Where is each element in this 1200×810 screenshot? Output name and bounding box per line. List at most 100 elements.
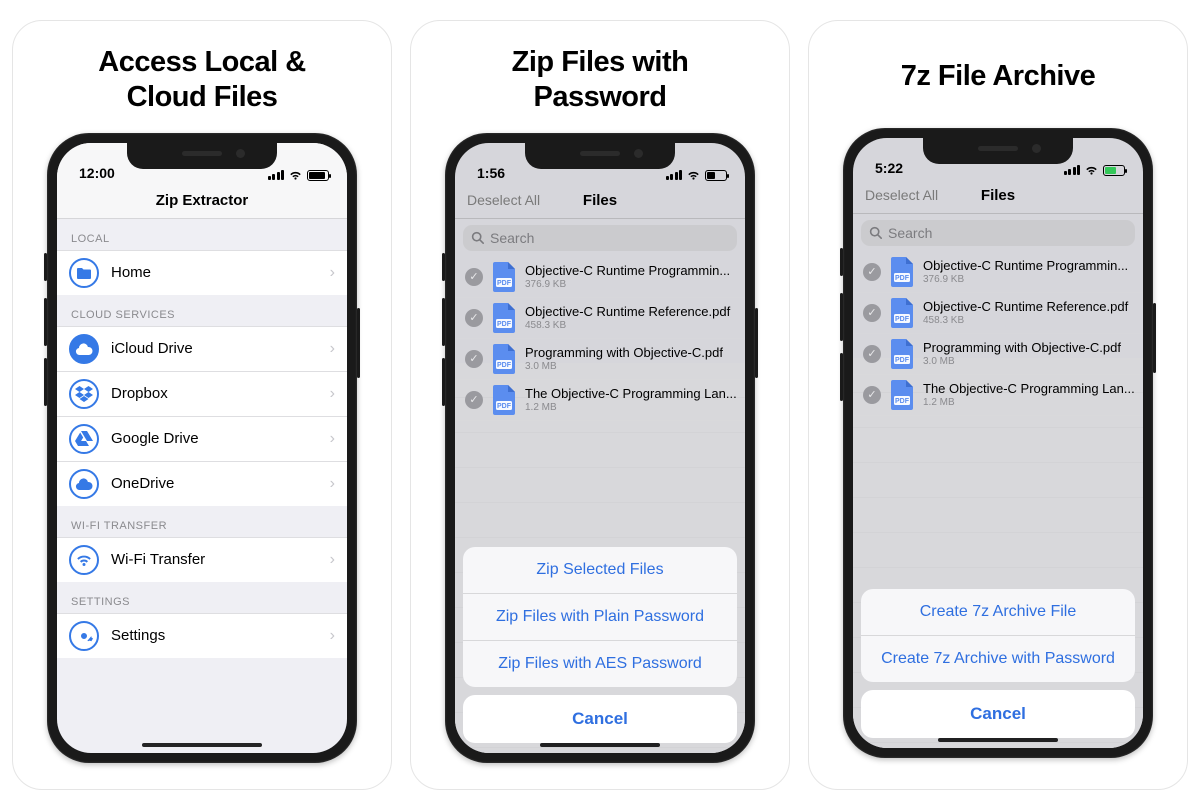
navbar: Zip Extractor xyxy=(57,183,347,219)
file-name: Programming with Objective-C.pdf xyxy=(923,340,1135,355)
file-row[interactable]: ✓ The Objective-C Programming Lan... 1.2… xyxy=(455,380,745,421)
check-icon: ✓ xyxy=(863,304,881,322)
chevron-right-icon: › xyxy=(330,264,335,282)
row-label: iCloud Drive xyxy=(111,340,330,357)
file-row[interactable]: ✓ Objective-C Runtime Programmin... 376.… xyxy=(853,252,1143,293)
row-label: Dropbox xyxy=(111,385,330,402)
pdf-icon xyxy=(491,303,517,333)
battery-icon xyxy=(705,170,727,181)
pdf-icon xyxy=(889,298,915,328)
row-label: Home xyxy=(111,264,330,281)
zip-aes-password-button[interactable]: Zip Files with AES Password xyxy=(463,641,737,687)
row-label: Google Drive xyxy=(111,430,330,447)
section-header-wifi: WI-FI TRANSFER xyxy=(57,506,347,537)
pdf-icon xyxy=(491,385,517,415)
file-name: The Objective-C Programming Lan... xyxy=(923,381,1135,396)
file-name: The Objective-C Programming Lan... xyxy=(525,386,737,401)
chevron-right-icon: › xyxy=(330,551,335,569)
navbar: Deselect All Files xyxy=(455,183,745,219)
chevron-right-icon: › xyxy=(330,627,335,645)
cancel-button[interactable]: Cancel xyxy=(861,690,1135,738)
search-input[interactable]: Search xyxy=(861,220,1135,246)
row-wifi-transfer[interactable]: Wi-Fi Transfer › xyxy=(57,537,347,582)
pdf-icon xyxy=(491,344,517,374)
status-time: 12:00 xyxy=(79,165,115,181)
search-input[interactable]: Search xyxy=(463,225,737,251)
phone-frame: 5:22 Deselect All Files Search xyxy=(843,128,1153,758)
navbar-title: Zip Extractor xyxy=(156,192,249,209)
chevron-right-icon: › xyxy=(330,430,335,448)
action-sheet: Create 7z Archive File Create 7z Archive… xyxy=(861,589,1135,738)
panel-title: 7z File Archive xyxy=(901,59,1096,94)
signal-icon xyxy=(1064,165,1081,175)
pdf-icon xyxy=(889,257,915,287)
promo-panel-3: 7z File Archive 5:22 Deselect All Files xyxy=(808,20,1188,790)
chevron-right-icon: › xyxy=(330,385,335,403)
file-name: Objective-C Runtime Reference.pdf xyxy=(525,304,737,319)
row-dropbox[interactable]: Dropbox › xyxy=(57,371,347,416)
row-icloud[interactable]: iCloud Drive › xyxy=(57,326,347,371)
file-row[interactable]: ✓ Programming with Objective-C.pdf 3.0 M… xyxy=(455,339,745,380)
file-row[interactable]: ✓ Programming with Objective-C.pdf 3.0 M… xyxy=(853,334,1143,375)
file-size: 3.0 MB xyxy=(525,361,737,372)
file-name: Programming with Objective-C.pdf xyxy=(525,345,737,360)
file-row[interactable]: ✓ Objective-C Runtime Reference.pdf 458.… xyxy=(853,293,1143,334)
section-header-settings: SETTINGS xyxy=(57,582,347,613)
file-row[interactable]: ✓ Objective-C Runtime Programmin... 376.… xyxy=(455,257,745,298)
section-header-cloud: CLOUD SERVICES xyxy=(57,295,347,326)
home-indicator[interactable] xyxy=(540,743,660,747)
file-name: Objective-C Runtime Reference.pdf xyxy=(923,299,1135,314)
file-row[interactable]: ✓ The Objective-C Programming Lan... 1.2… xyxy=(853,375,1143,416)
deselect-all-button[interactable]: Deselect All xyxy=(467,192,540,208)
pdf-icon xyxy=(491,262,517,292)
phone-frame: 12:00 Zip Extractor LOCAL Home › xyxy=(47,133,357,763)
row-label: Wi-Fi Transfer xyxy=(111,551,330,568)
action-sheet: Zip Selected Files Zip Files with Plain … xyxy=(463,547,737,743)
check-icon: ✓ xyxy=(465,309,483,327)
create-7z-password-button[interactable]: Create 7z Archive with Password xyxy=(861,636,1135,682)
row-gdrive[interactable]: Google Drive › xyxy=(57,416,347,461)
onedrive-icon xyxy=(69,469,99,499)
file-row[interactable]: ✓ Objective-C Runtime Reference.pdf 458.… xyxy=(455,298,745,339)
folder-icon xyxy=(69,258,99,288)
wifi-icon xyxy=(1084,165,1099,176)
signal-icon xyxy=(268,170,285,180)
zip-selected-button[interactable]: Zip Selected Files xyxy=(463,547,737,594)
status-time: 5:22 xyxy=(875,160,903,176)
file-name: Objective-C Runtime Programmin... xyxy=(923,258,1135,273)
search-placeholder: Search xyxy=(490,230,534,246)
file-size: 1.2 MB xyxy=(923,397,1135,408)
wifi-transfer-icon xyxy=(69,545,99,575)
chevron-right-icon: › xyxy=(330,475,335,493)
row-onedrive[interactable]: OneDrive › xyxy=(57,461,347,506)
panel-title: Access Local & Cloud Files xyxy=(98,45,305,115)
check-icon: ✓ xyxy=(465,391,483,409)
search-placeholder: Search xyxy=(888,225,932,241)
row-home[interactable]: Home › xyxy=(57,250,347,295)
battery-icon xyxy=(307,170,329,181)
navbar-title: Files xyxy=(583,192,617,209)
check-icon: ✓ xyxy=(863,345,881,363)
gear-icon xyxy=(69,621,99,651)
deselect-all-button[interactable]: Deselect All xyxy=(865,187,938,203)
file-size: 458.3 KB xyxy=(923,315,1135,326)
create-7z-button[interactable]: Create 7z Archive File xyxy=(861,589,1135,636)
wifi-icon xyxy=(288,170,303,181)
file-size: 1.2 MB xyxy=(525,402,737,413)
zip-plain-password-button[interactable]: Zip Files with Plain Password xyxy=(463,594,737,641)
home-indicator[interactable] xyxy=(938,738,1058,742)
row-settings[interactable]: Settings › xyxy=(57,613,347,658)
row-label: OneDrive xyxy=(111,475,330,492)
panel-title: Zip Files with Password xyxy=(512,45,689,115)
check-icon: ✓ xyxy=(465,268,483,286)
row-label: Settings xyxy=(111,627,330,644)
cancel-button[interactable]: Cancel xyxy=(463,695,737,743)
chevron-right-icon: › xyxy=(330,340,335,358)
home-indicator[interactable] xyxy=(142,743,262,747)
gdrive-icon xyxy=(69,424,99,454)
section-header-local: LOCAL xyxy=(57,219,347,250)
cloud-icon xyxy=(69,334,99,364)
pdf-icon xyxy=(889,380,915,410)
signal-icon xyxy=(666,170,683,180)
promo-panel-2: Zip Files with Password 1:56 Deselect Al… xyxy=(410,20,790,790)
